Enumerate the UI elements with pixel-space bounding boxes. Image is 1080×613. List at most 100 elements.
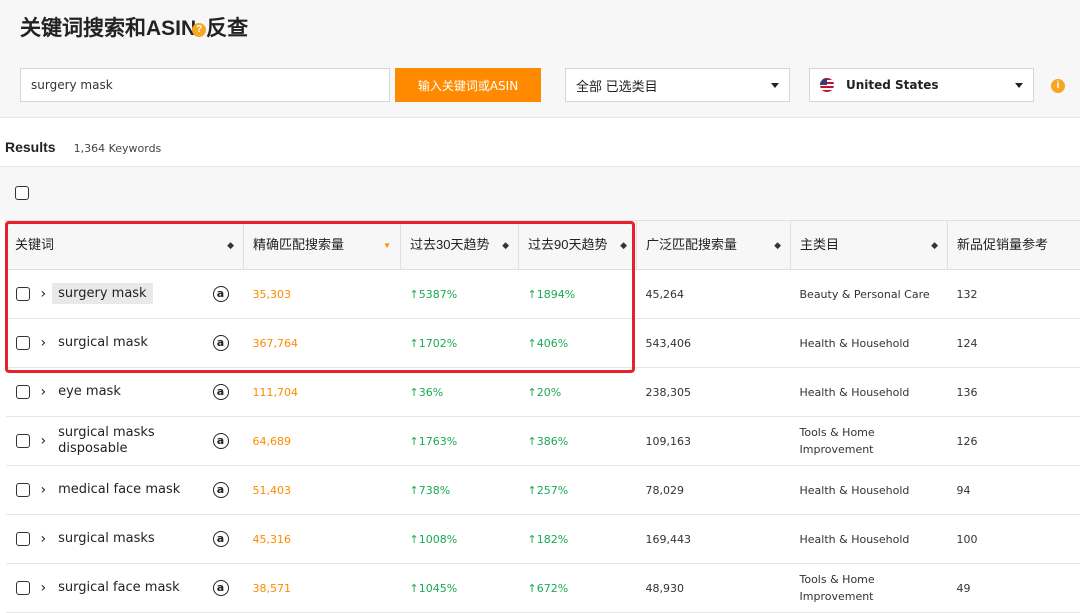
- table-row: › eye mask a 111,704 ↑36% ↑20% 238,305 Hea…: [5, 367, 1080, 417]
- table-row: › surgical masks disposable a 64,689 ↑1763…: [5, 416, 1080, 466]
- table-row: › surgical masks a 45,316 ↑1008% ↑182% 169…: [5, 514, 1080, 564]
- new-product-ref: 126: [947, 416, 1080, 466]
- broad-volume: 78,029: [636, 465, 791, 515]
- chevron-right-icon[interactable]: ›: [41, 384, 47, 400]
- exact-volume: 367,764: [243, 318, 401, 368]
- trend-90: ↑20%: [518, 367, 637, 417]
- row-checkbox[interactable]: [15, 336, 30, 350]
- table-row: › surgical mask a 367,764 ↑1702% ↑406% 543…: [5, 318, 1080, 368]
- new-product-ref: 49: [947, 563, 1080, 613]
- keyword-text[interactable]: surgical masks: [58, 531, 212, 547]
- chevron-right-icon[interactable]: ›: [41, 482, 47, 498]
- search-button[interactable]: 输入关键词或ASIN: [395, 68, 541, 102]
- broad-volume: 169,443: [636, 514, 791, 564]
- header-trend-90[interactable]: 过去90天趋势 ◆: [518, 220, 637, 270]
- sort-icon[interactable]: ◆: [774, 240, 781, 251]
- header-exact-volume[interactable]: 精确匹配搜索量 ▼: [243, 220, 401, 270]
- category: Health & Household: [790, 465, 948, 515]
- category-select-value: 全部 已选类目: [576, 78, 658, 94]
- trend-90: ↑1894%: [518, 269, 637, 319]
- new-product-ref: 100: [947, 514, 1080, 564]
- amazon-icon[interactable]: a: [212, 286, 229, 302]
- broad-volume: 238,305: [636, 367, 791, 417]
- chevron-right-icon[interactable]: ›: [41, 531, 47, 547]
- row-checkbox[interactable]: [15, 434, 30, 448]
- row-checkbox[interactable]: [15, 483, 30, 497]
- row-checkbox[interactable]: [15, 385, 30, 399]
- trend-30: ↑1045%: [400, 563, 519, 613]
- trend-30: ↑1763%: [400, 416, 519, 466]
- header-newprod-label: 新品促销量参考: [957, 237, 1049, 252]
- country-select-value: United States: [846, 78, 939, 92]
- keyword-text[interactable]: surgical masks disposable: [58, 425, 212, 457]
- category-select[interactable]: 全部 已选类目: [565, 68, 790, 102]
- us-flag-icon: [820, 78, 834, 92]
- header-category[interactable]: 主类目 ◆: [790, 220, 948, 270]
- trend-90: ↑182%: [518, 514, 637, 564]
- trend-30: ↑36%: [400, 367, 519, 417]
- results-summary: Results 1,364 Keywords: [5, 139, 161, 155]
- broad-volume: 109,163: [636, 416, 791, 466]
- header-trend30-label: 过去30天趋势: [410, 237, 490, 252]
- category: Health & Household: [790, 367, 948, 417]
- chevron-right-icon[interactable]: ›: [41, 335, 47, 351]
- top-bar: 关键词搜索和ASIN ? 反查 输入关键词或ASIN 全部 已选类目 Unite…: [0, 0, 1080, 118]
- table-header-row: 关键词 ◆ 精确匹配搜索量 ▼ 过去30天趋势 ◆ 过去90天趋势 ◆ 广泛匹配搜索量 ◆…: [5, 220, 1080, 270]
- amazon-icon[interactable]: a: [212, 482, 229, 498]
- category: Health & Household: [790, 514, 948, 564]
- trend-90: ↑386%: [518, 416, 637, 466]
- broad-volume: 48,930: [636, 563, 791, 613]
- row-checkbox[interactable]: [15, 287, 30, 301]
- keyword-text[interactable]: medical face mask: [58, 482, 212, 498]
- keyword-text[interactable]: surgical face mask: [58, 580, 212, 596]
- info-icon[interactable]: i: [1051, 79, 1065, 93]
- country-select[interactable]: United States: [809, 68, 1034, 102]
- header-category-label: 主类目: [800, 237, 840, 252]
- category: Beauty & Personal Care: [790, 269, 948, 319]
- header-keyword-label: 关键词: [15, 237, 55, 252]
- select-all-checkbox[interactable]: [15, 186, 29, 200]
- keyword-text[interactable]: surgical mask: [58, 335, 212, 351]
- header-trend-30[interactable]: 过去30天趋势 ◆: [400, 220, 519, 270]
- amazon-icon[interactable]: a: [212, 384, 229, 400]
- keyword-text[interactable]: eye mask: [58, 384, 212, 400]
- sort-desc-icon[interactable]: ▼: [383, 241, 391, 250]
- help-icon[interactable]: ?: [192, 23, 207, 37]
- header-new-product[interactable]: 新品促销量参考: [947, 220, 1080, 270]
- table-row: › medical face mask a 51,403 ↑738% ↑257% 7…: [5, 465, 1080, 515]
- trend-30: ↑1702%: [400, 318, 519, 368]
- select-all-row: [0, 166, 1080, 220]
- trend-30: ↑5387%: [400, 269, 519, 319]
- exact-volume: 35,303: [243, 269, 401, 319]
- results-count: 1,364 Keywords: [73, 142, 162, 155]
- chevron-down-icon: [771, 82, 779, 88]
- sort-icon[interactable]: ◆: [620, 240, 627, 251]
- amazon-icon[interactable]: a: [212, 433, 229, 449]
- chevron-right-icon[interactable]: ›: [41, 433, 47, 449]
- exact-volume: 38,571: [243, 563, 401, 613]
- keyword-text[interactable]: surgery mask: [52, 283, 153, 304]
- broad-volume: 543,406: [636, 318, 791, 368]
- new-product-ref: 124: [947, 318, 1080, 368]
- new-product-ref: 136: [947, 367, 1080, 417]
- keyword-table: 关键词 ◆ 精确匹配搜索量 ▼ 过去30天趋势 ◆ 过去90天趋势 ◆ 广泛匹配搜索量 ◆…: [5, 220, 1080, 613]
- header-broad-label: 广泛匹配搜索量: [646, 237, 738, 252]
- chevron-right-icon[interactable]: ›: [41, 286, 47, 302]
- header-keyword[interactable]: 关键词 ◆: [5, 220, 244, 270]
- amazon-icon[interactable]: a: [212, 531, 229, 547]
- search-input[interactable]: [20, 68, 390, 102]
- chevron-right-icon[interactable]: ›: [41, 580, 47, 596]
- sort-icon[interactable]: ◆: [931, 240, 938, 251]
- sort-icon[interactable]: ◆: [227, 240, 234, 251]
- new-product-ref: 132: [947, 269, 1080, 319]
- header-broad-volume[interactable]: 广泛匹配搜索量 ◆: [636, 220, 791, 270]
- row-checkbox[interactable]: [15, 532, 30, 546]
- exact-volume: 111,704: [243, 367, 401, 417]
- amazon-icon[interactable]: a: [212, 335, 229, 351]
- trend-90: ↑257%: [518, 465, 637, 515]
- amazon-icon[interactable]: a: [212, 580, 229, 596]
- page-title-text: 关键词搜索和ASIN: [20, 17, 197, 40]
- row-checkbox[interactable]: [15, 581, 30, 595]
- trend-30: ↑738%: [400, 465, 519, 515]
- sort-icon[interactable]: ◆: [502, 240, 509, 251]
